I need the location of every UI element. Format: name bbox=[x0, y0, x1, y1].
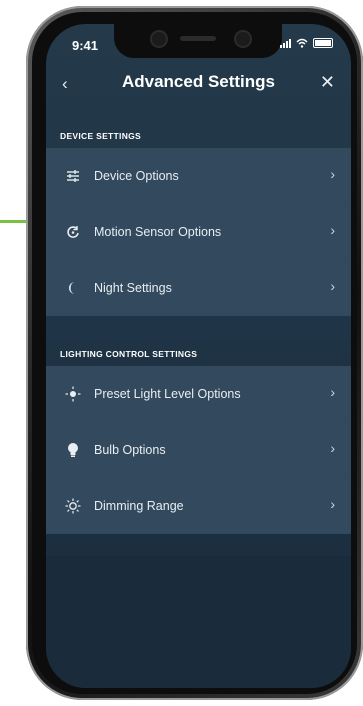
row-label: Device Options bbox=[94, 168, 179, 183]
sun-icon bbox=[62, 495, 84, 517]
row-night-settings[interactable]: Night Settings › bbox=[46, 260, 351, 316]
row-preset-light-level[interactable]: Preset Light Level Options › bbox=[46, 366, 351, 422]
chevron-right-icon: › bbox=[330, 496, 335, 512]
signal-icon bbox=[280, 38, 291, 48]
moon-icon bbox=[62, 277, 84, 299]
header: ‹ Advanced Settings ✕ bbox=[46, 64, 351, 110]
empty-area bbox=[46, 556, 351, 688]
section-heading: DEVICE SETTINGS bbox=[60, 131, 142, 141]
phone-screen: 9:41 ‹ Advanced Settings ✕ DEVICE SETTIN… bbox=[46, 24, 351, 688]
page-title: Advanced Settings bbox=[121, 72, 276, 91]
sliders-icon bbox=[62, 165, 84, 187]
chevron-right-icon: › bbox=[330, 440, 335, 456]
motion-sensor-icon bbox=[62, 221, 84, 243]
section-header-device: DEVICE SETTINGS bbox=[46, 120, 351, 150]
chevron-right-icon: › bbox=[330, 278, 335, 294]
sensor bbox=[234, 30, 252, 48]
row-dimming-range[interactable]: Dimming Range › bbox=[46, 478, 351, 534]
section-spacer bbox=[46, 316, 351, 340]
section-header-lighting: LIGHTING CONTROL SETTINGS bbox=[46, 338, 351, 368]
front-camera bbox=[150, 30, 168, 48]
row-motion-sensor-options[interactable]: Motion Sensor Options › bbox=[46, 204, 351, 260]
row-label: Preset Light Level Options bbox=[94, 386, 241, 401]
close-icon[interactable]: ✕ bbox=[320, 72, 335, 93]
battery-icon bbox=[313, 38, 333, 48]
row-device-options[interactable]: Device Options › bbox=[46, 148, 351, 204]
notch bbox=[114, 24, 282, 58]
chevron-right-icon: › bbox=[330, 166, 335, 182]
bulb-icon bbox=[62, 439, 84, 461]
row-label: Dimming Range bbox=[94, 498, 184, 513]
section-heading: LIGHTING CONTROL SETTINGS bbox=[60, 349, 198, 359]
status-icons bbox=[280, 38, 333, 48]
row-label: Night Settings bbox=[94, 280, 172, 295]
status-time: 9:41 bbox=[72, 38, 99, 53]
row-label: Bulb Options bbox=[94, 442, 166, 457]
row-bulb-options[interactable]: Bulb Options › bbox=[46, 422, 351, 478]
chevron-right-icon: › bbox=[330, 222, 335, 238]
wifi-icon bbox=[296, 38, 308, 48]
speaker bbox=[180, 36, 216, 41]
row-label: Motion Sensor Options bbox=[94, 224, 222, 239]
light-level-icon bbox=[62, 383, 84, 405]
chevron-right-icon: › bbox=[330, 384, 335, 400]
